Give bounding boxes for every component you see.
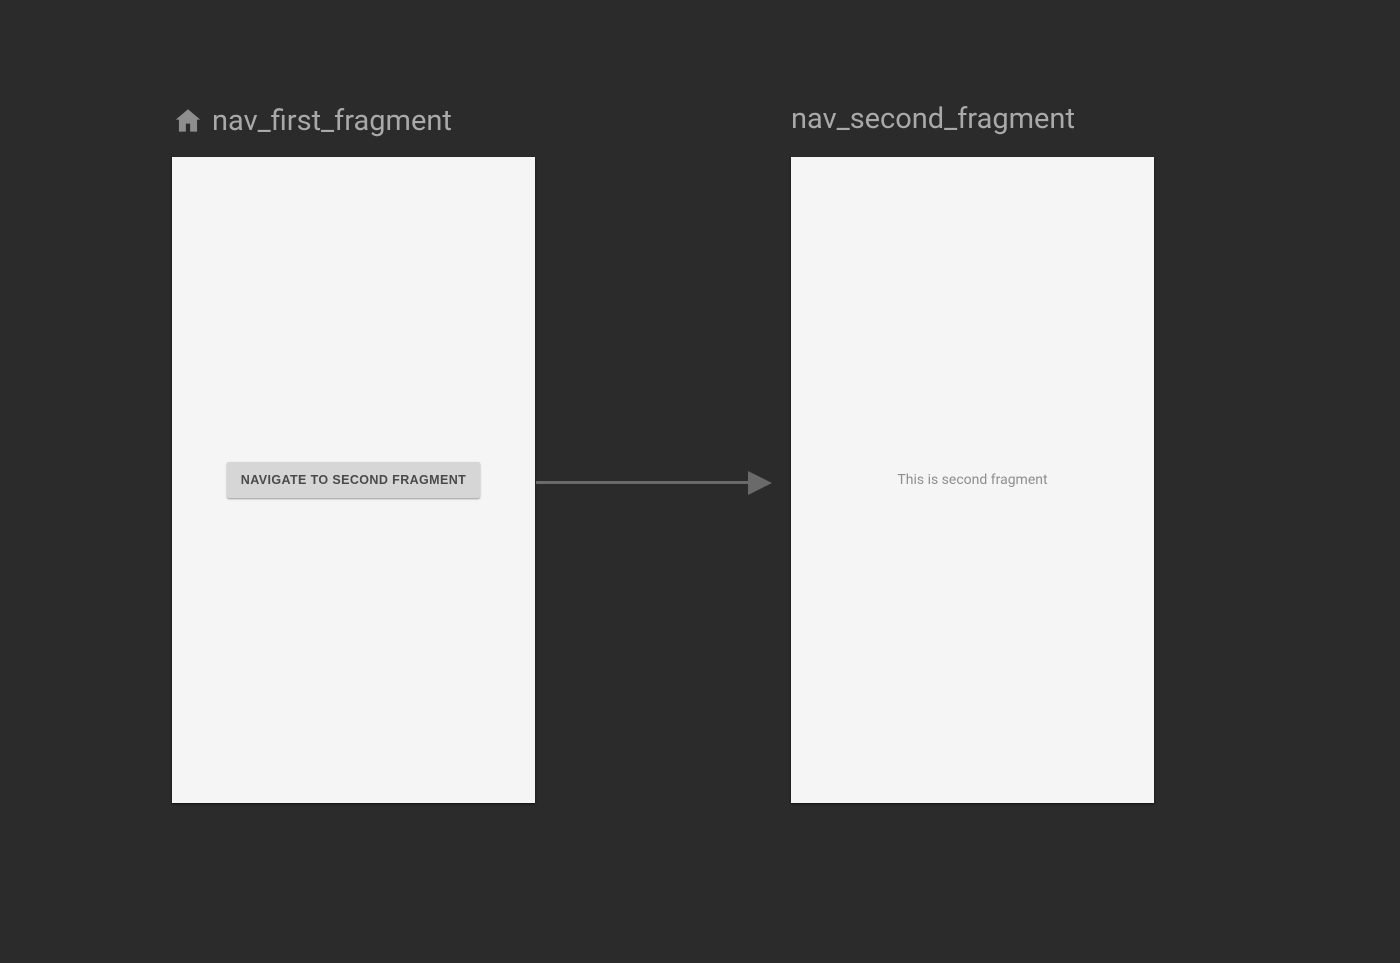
second-fragment-title-row: nav_second_fragment <box>791 105 1075 134</box>
arrow-line <box>536 481 754 484</box>
nav-graph-canvas[interactable]: nav_first_fragment nav_second_fragment N… <box>0 0 1400 963</box>
second-fragment-body-text: This is second fragment <box>897 472 1047 488</box>
first-fragment-title: nav_first_fragment <box>212 107 452 136</box>
navigate-to-second-button[interactable]: NAVIGATE TO SECOND FRAGMENT <box>227 462 480 498</box>
first-fragment-preview[interactable]: NAVIGATE TO SECOND FRAGMENT <box>172 157 535 803</box>
action-arrow[interactable] <box>536 471 774 495</box>
arrow-head-icon <box>748 471 772 495</box>
home-icon <box>172 105 204 137</box>
second-fragment-title: nav_second_fragment <box>791 105 1075 134</box>
second-fragment-preview[interactable]: This is second fragment <box>791 157 1154 803</box>
first-fragment-title-row: nav_first_fragment <box>172 105 452 137</box>
